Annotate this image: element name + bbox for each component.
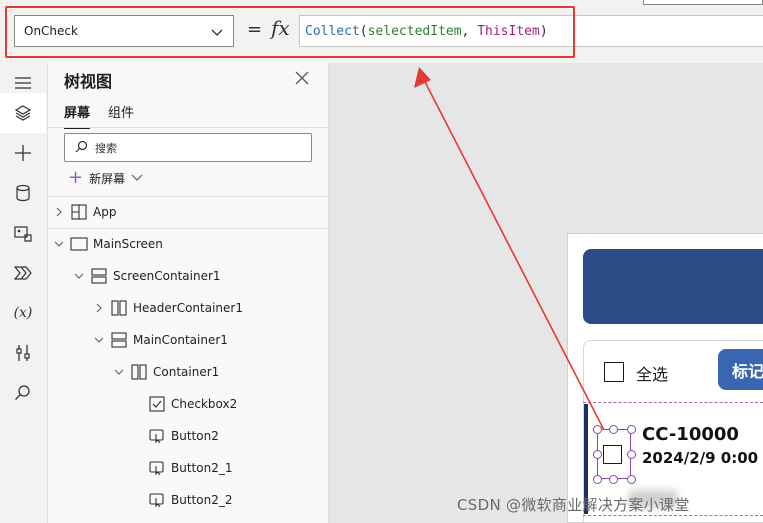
resize-handle[interactable]: [627, 425, 636, 434]
formula-separator: ,: [461, 23, 478, 39]
watermark-text: CSDN @微软商业解决方案小课堂: [457, 496, 690, 514]
tree-node-button2-1[interactable]: Button2_1: [148, 452, 232, 484]
tree-node-headercontainer1[interactable]: HeaderContainer1: [92, 292, 243, 324]
formula-bar: OnCheck = fx Collect(selectedItem, ThisI…: [0, 0, 763, 63]
vertical-container-icon: [110, 332, 128, 348]
tree-view-panel: 树视图 屏幕 组件 搜索 + 新屏幕 App MainScreen Screen…: [48, 63, 329, 523]
tree-node-label: Checkbox2: [171, 397, 238, 411]
formula-open-paren: (: [359, 23, 368, 39]
screen-icon: [70, 236, 88, 252]
button-icon: [148, 492, 166, 508]
checkbox-icon: [148, 396, 166, 412]
close-icon[interactable]: [295, 69, 309, 90]
tab-screens[interactable]: 屏幕: [64, 102, 91, 129]
resize-handle[interactable]: [593, 475, 602, 484]
horizontal-container-icon: [110, 300, 128, 316]
chevron-down-icon: [210, 25, 224, 42]
resize-handle[interactable]: [593, 450, 602, 459]
search-placeholder: 搜索: [95, 141, 117, 155]
new-screen-label: 新屏幕: [89, 171, 126, 186]
panel-title: 树视图: [64, 72, 113, 91]
header-container[interactable]: [583, 249, 763, 324]
search-icon: [75, 140, 88, 156]
tree-node-button2[interactable]: Button2: [148, 420, 219, 452]
tree-node-checkbox2[interactable]: Checkbox2: [148, 388, 237, 420]
insert-plus-icon[interactable]: [0, 133, 46, 173]
tree-node-label: Container1: [153, 365, 220, 379]
tab-components[interactable]: 组件: [108, 102, 134, 121]
formula-close-paren: ): [539, 23, 548, 39]
gallery-row-border: [583, 402, 763, 403]
select-all-label: 全选: [636, 365, 669, 384]
new-screen-button[interactable]: + 新屏幕: [68, 169, 143, 187]
plus-icon: +: [68, 167, 84, 188]
tree-node-container1[interactable]: Container1: [112, 356, 219, 388]
selection-frame[interactable]: [597, 429, 631, 479]
chevron-down-icon: [92, 336, 106, 344]
app-grid-icon: [70, 204, 88, 220]
equals-sign: =: [247, 19, 263, 40]
tree-node-maincontainer1[interactable]: MainContainer1: [92, 324, 228, 356]
tree-node-screencontainer1[interactable]: ScreenContainer1: [72, 260, 221, 292]
tree-node-mainscreen[interactable]: MainScreen: [52, 228, 163, 260]
left-rail: (x): [0, 63, 48, 523]
formula-arg-thisitem: ThisItem: [477, 23, 540, 39]
chevron-down-icon: [72, 272, 86, 280]
resize-handle[interactable]: [627, 450, 636, 459]
tree-node-label: ScreenContainer1: [113, 269, 221, 283]
resize-handle[interactable]: [609, 475, 618, 484]
formula-arg-collection: selectedItem: [367, 23, 462, 39]
tree-node-label: Button2_1: [171, 461, 233, 475]
top-right-control-edge: [643, 0, 763, 5]
gallery-row-border: [583, 515, 763, 516]
horizontal-container-icon: [130, 364, 148, 380]
resize-handle[interactable]: [593, 425, 602, 434]
search-input[interactable]: 搜索: [64, 133, 312, 162]
chevron-right-icon: [92, 303, 106, 313]
tree-node-label: MainScreen: [93, 237, 163, 251]
chevron-down-icon: [52, 240, 66, 248]
tree-node-label: HeaderContainer1: [133, 301, 243, 315]
tree-view-layers-icon[interactable]: [0, 93, 46, 133]
chevron-down-icon: [131, 171, 143, 185]
tree-node-button2-2[interactable]: Button2_2: [148, 484, 232, 516]
tree-node-label: Button2_2: [171, 493, 233, 507]
tree-node-label: Button2: [171, 429, 219, 443]
tree-node-label: MainContainer1: [133, 333, 228, 347]
chevron-right-icon: [52, 207, 66, 217]
formula-input[interactable]: Collect(selectedItem, ThisItem): [299, 15, 763, 47]
variables-icon[interactable]: (x): [0, 293, 46, 333]
data-database-icon[interactable]: [0, 173, 46, 213]
tree-node-label: App: [93, 205, 117, 219]
row-date-label: 2024/2/9 0:00: [642, 449, 759, 467]
row-code-label: CC-10000: [642, 424, 739, 445]
chevron-down-icon: [112, 368, 126, 376]
resize-handle[interactable]: [627, 475, 636, 484]
advanced-tools-icon[interactable]: [0, 333, 46, 373]
button-icon: [148, 460, 166, 476]
button-icon: [148, 428, 166, 444]
property-dropdown[interactable]: OnCheck: [14, 15, 234, 47]
property-dropdown-value: OnCheck: [24, 24, 78, 38]
fx-icon[interactable]: fx: [271, 16, 290, 40]
formula-function: Collect: [305, 23, 360, 39]
power-automate-icon[interactable]: [0, 253, 46, 293]
tree-node-app[interactable]: App: [52, 196, 116, 228]
select-all-checkbox[interactable]: [604, 362, 624, 382]
media-icon[interactable]: [0, 213, 46, 253]
search-icon[interactable]: [0, 373, 46, 413]
divider: [48, 127, 328, 128]
vertical-container-icon: [90, 268, 108, 284]
resize-handle[interactable]: [609, 425, 618, 434]
mark-button[interactable]: 标记: [718, 349, 763, 390]
